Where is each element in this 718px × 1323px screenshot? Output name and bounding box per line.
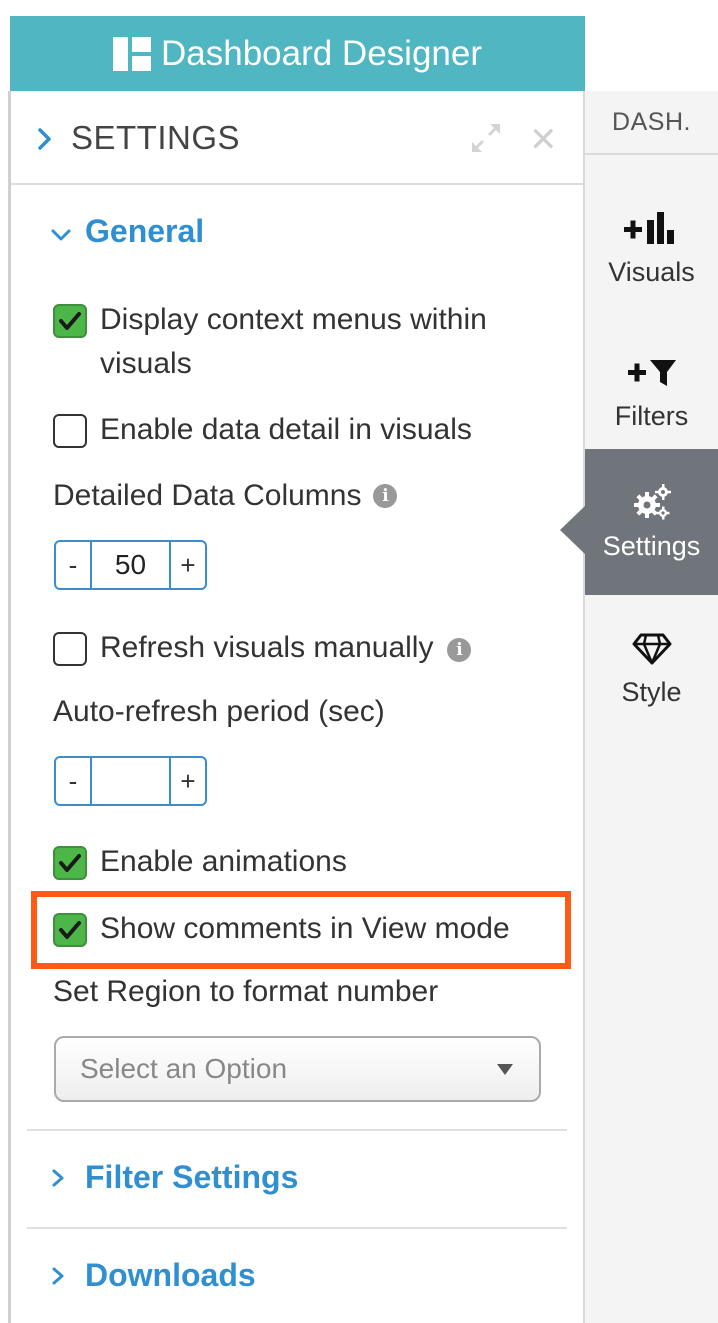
section-filter-settings-toggle[interactable]: Filter Settings [51,1159,298,1196]
rail-item-style-label: Style [621,676,682,707]
option-comments-view: Show comments in View mode [53,912,510,951]
designer-title: Dashboard Designer [160,33,482,73]
detailed-columns-label: Detailed Data Columns [53,479,362,512]
auto-refresh-field: Auto-refresh period (sec) [53,695,385,729]
region-format-placeholder: Select an Option [80,1053,288,1084]
designer-side-rail: DASH. Visuals Filters Settings Style [585,91,718,1323]
animations-checkbox[interactable] [53,846,87,880]
section-divider [27,1129,567,1131]
tab-dashboard[interactable]: DASH. [585,91,718,155]
diamond-icon [632,629,672,669]
dashboard-grid-icon [112,36,151,71]
auto-refresh-increment-button[interactable]: + [171,758,205,804]
designer-title-bar: Dashboard Designer [10,16,585,91]
detailed-columns-stepper: - 50 + [54,540,207,590]
option-context-menus: Display context menus within visuals [53,303,540,386]
auto-refresh-input[interactable] [90,758,171,804]
detailed-columns-decrement-button[interactable]: - [56,542,90,588]
detailed-columns-input[interactable]: 50 [90,542,171,588]
add-visual-icon [622,209,682,249]
close-panel-icon[interactable]: ✕ [529,123,558,157]
rail-top-spacer [585,0,718,91]
section-filter-settings-label: Filter Settings [85,1159,299,1195]
active-tab-pointer [560,505,586,555]
comments-view-checkbox[interactable] [53,913,87,947]
gears-icon [632,483,672,523]
refresh-manual-label: Refresh visuals manually [100,631,434,664]
context-menus-checkbox[interactable] [53,304,87,338]
settings-panel-header: SETTINGS ✕ [11,91,583,185]
rail-item-visuals[interactable]: Visuals [585,175,718,321]
data-detail-label: Enable data detail in visuals [100,413,472,446]
chevron-down-icon [51,213,77,250]
rail-item-settings[interactable]: Settings [585,449,718,595]
detailed-columns-field: Detailed Data Columns i [53,479,398,513]
comments-view-label: Show comments in View mode [100,912,510,945]
refresh-manual-checkbox[interactable] [53,632,87,666]
section-downloads-label: Downloads [85,1257,256,1293]
context-menus-label: Display context menus within visuals [100,303,487,380]
rail-item-visuals-label: Visuals [608,256,695,287]
settings-panel: SETTINGS ✕ General Display context menus… [11,91,585,1323]
dropdown-arrow-icon [497,1063,513,1075]
chevron-right-icon [51,1159,77,1196]
region-format-select[interactable]: Select an Option [54,1036,541,1102]
auto-refresh-stepper: - + [54,756,207,806]
section-divider [27,1227,567,1229]
section-general-toggle[interactable]: General [51,213,204,250]
detailed-columns-increment-button[interactable]: + [171,542,205,588]
region-format-field: Set Region to format number [53,975,438,1009]
rail-item-style[interactable]: Style [585,595,718,741]
panel-collapse-chevron-icon[interactable] [37,127,53,156]
rail-item-settings-label: Settings [602,530,701,561]
auto-refresh-label: Auto-refresh period (sec) [53,695,385,728]
data-detail-checkbox[interactable] [53,414,87,448]
region-format-label: Set Region to format number [53,975,439,1008]
option-animations: Enable animations [53,845,347,884]
add-filter-icon [626,353,678,393]
info-icon[interactable]: i [373,484,398,508]
settings-panel-title: SETTINGS [71,119,241,156]
expand-panel-icon[interactable] [469,121,503,160]
chevron-right-icon [51,1257,77,1294]
info-icon[interactable]: i [447,638,472,662]
rail-item-filters[interactable]: Filters [585,319,718,465]
option-data-detail: Enable data detail in visuals [53,413,472,452]
auto-refresh-decrement-button[interactable]: - [56,758,90,804]
section-general-label: General [85,213,205,249]
section-downloads-toggle[interactable]: Downloads [51,1257,256,1294]
option-refresh-manual: Refresh visuals manually i [53,631,472,670]
animations-label: Enable animations [100,845,347,878]
rail-item-filters-label: Filters [614,400,689,431]
